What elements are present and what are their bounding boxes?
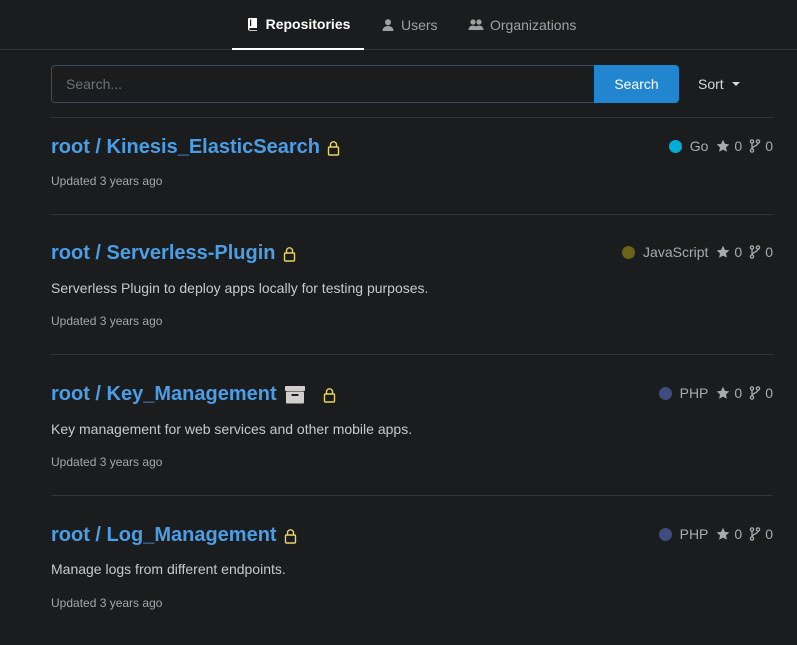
forks-count: 0	[749, 244, 773, 260]
repo-updated: Updated 3 years ago	[51, 174, 163, 188]
repo-description: Serverless Plugin to deploy apps locally…	[51, 280, 429, 296]
repo-link[interactable]: root / Key_Management	[51, 383, 277, 406]
stars-value: 0	[734, 244, 743, 260]
repo-item: root / Serverless-Plugin JavaScript 0 0 …	[51, 242, 773, 337]
repo-description: Manage logs from different endpoints.	[51, 561, 286, 577]
lock-icon	[283, 246, 296, 262]
repo-link[interactable]: root / Kinesis_ElasticSearch	[51, 136, 320, 159]
lock-icon	[323, 387, 336, 403]
forks-value: 0	[765, 526, 773, 542]
divider	[51, 495, 773, 496]
stars-value: 0	[734, 385, 743, 401]
stars-count: 0	[716, 138, 742, 154]
archive-icon	[284, 385, 305, 404]
stars-value: 0	[734, 138, 743, 154]
repo-updated: Updated 3 years ago	[51, 314, 163, 328]
fork-icon	[749, 245, 761, 259]
sort-label: Sort	[698, 76, 724, 92]
repo-icon	[246, 17, 260, 31]
language-dot	[622, 245, 636, 259]
language-dot	[668, 139, 682, 153]
tab-organizations-label: Organizations	[490, 17, 577, 33]
user-icon	[381, 18, 395, 32]
star-icon	[717, 527, 730, 540]
fork-icon	[749, 139, 761, 153]
forks-value: 0	[765, 138, 773, 154]
search-button[interactable]: Search	[594, 65, 679, 103]
tab-users[interactable]: Users	[381, 0, 438, 50]
stars-value: 0	[734, 526, 743, 542]
forks-count: 0	[749, 138, 773, 154]
star-icon	[717, 245, 730, 258]
forks-count: 0	[749, 526, 773, 542]
divider	[51, 117, 773, 118]
repo-item: root / Log_Management PHP 0 0 Manage log…	[51, 524, 773, 619]
repo-item: root / Kinesis_ElasticSearch Go 0 0 Upda…	[51, 136, 773, 196]
language-label: JavaScript	[643, 244, 709, 260]
fork-icon	[749, 527, 761, 541]
repo-title: root / Log_Management	[51, 524, 297, 547]
star-icon	[717, 139, 730, 152]
forks-value: 0	[765, 385, 773, 401]
stars-count: 0	[716, 526, 742, 542]
caret-down-icon	[731, 82, 740, 86]
repo-updated: Updated 3 years ago	[51, 455, 163, 469]
language-label: PHP	[679, 385, 709, 401]
repo-stats: PHP 0 0	[658, 383, 773, 403]
repo-link[interactable]: root / Serverless-Plugin	[51, 242, 276, 265]
repo-title: root / Kinesis_ElasticSearch	[51, 136, 340, 159]
star-icon	[717, 386, 730, 399]
divider	[51, 214, 773, 215]
top-navigation: Repositories Users Organizations	[0, 0, 797, 50]
repo-description: Key management for web services and othe…	[51, 421, 413, 437]
lock-icon	[284, 528, 297, 544]
repo-item: root / Key_Management PHP 0 0 Key manage…	[51, 383, 773, 478]
forks-count: 0	[749, 385, 773, 401]
forks-value: 0	[765, 244, 773, 260]
tab-organizations[interactable]: Organizations	[468, 0, 576, 50]
stars-count: 0	[716, 385, 742, 401]
tab-users-label: Users	[401, 17, 438, 33]
repo-link[interactable]: root / Log_Management	[51, 524, 277, 547]
divider	[51, 354, 773, 355]
tab-repositories-label: Repositories	[265, 16, 351, 32]
tab-repositories[interactable]: Repositories	[232, 0, 364, 50]
repo-title: root / Serverless-Plugin	[51, 242, 296, 265]
repo-title: root / Key_Management	[51, 383, 336, 406]
fork-icon	[749, 386, 761, 400]
language-dot	[658, 527, 672, 541]
lock-icon	[327, 140, 340, 156]
stars-count: 0	[716, 244, 742, 260]
language-dot	[658, 386, 672, 400]
language-label: Go	[689, 138, 709, 154]
repo-updated: Updated 3 years ago	[51, 596, 163, 610]
sort-dropdown[interactable]: Sort	[698, 65, 740, 103]
organization-icon	[468, 18, 484, 32]
language-label: PHP	[679, 526, 709, 542]
repo-stats: JavaScript 0 0	[622, 242, 773, 262]
search-input[interactable]	[51, 65, 594, 103]
repo-stats: PHP 0 0	[658, 524, 773, 544]
repo-stats: Go 0 0	[668, 136, 773, 156]
